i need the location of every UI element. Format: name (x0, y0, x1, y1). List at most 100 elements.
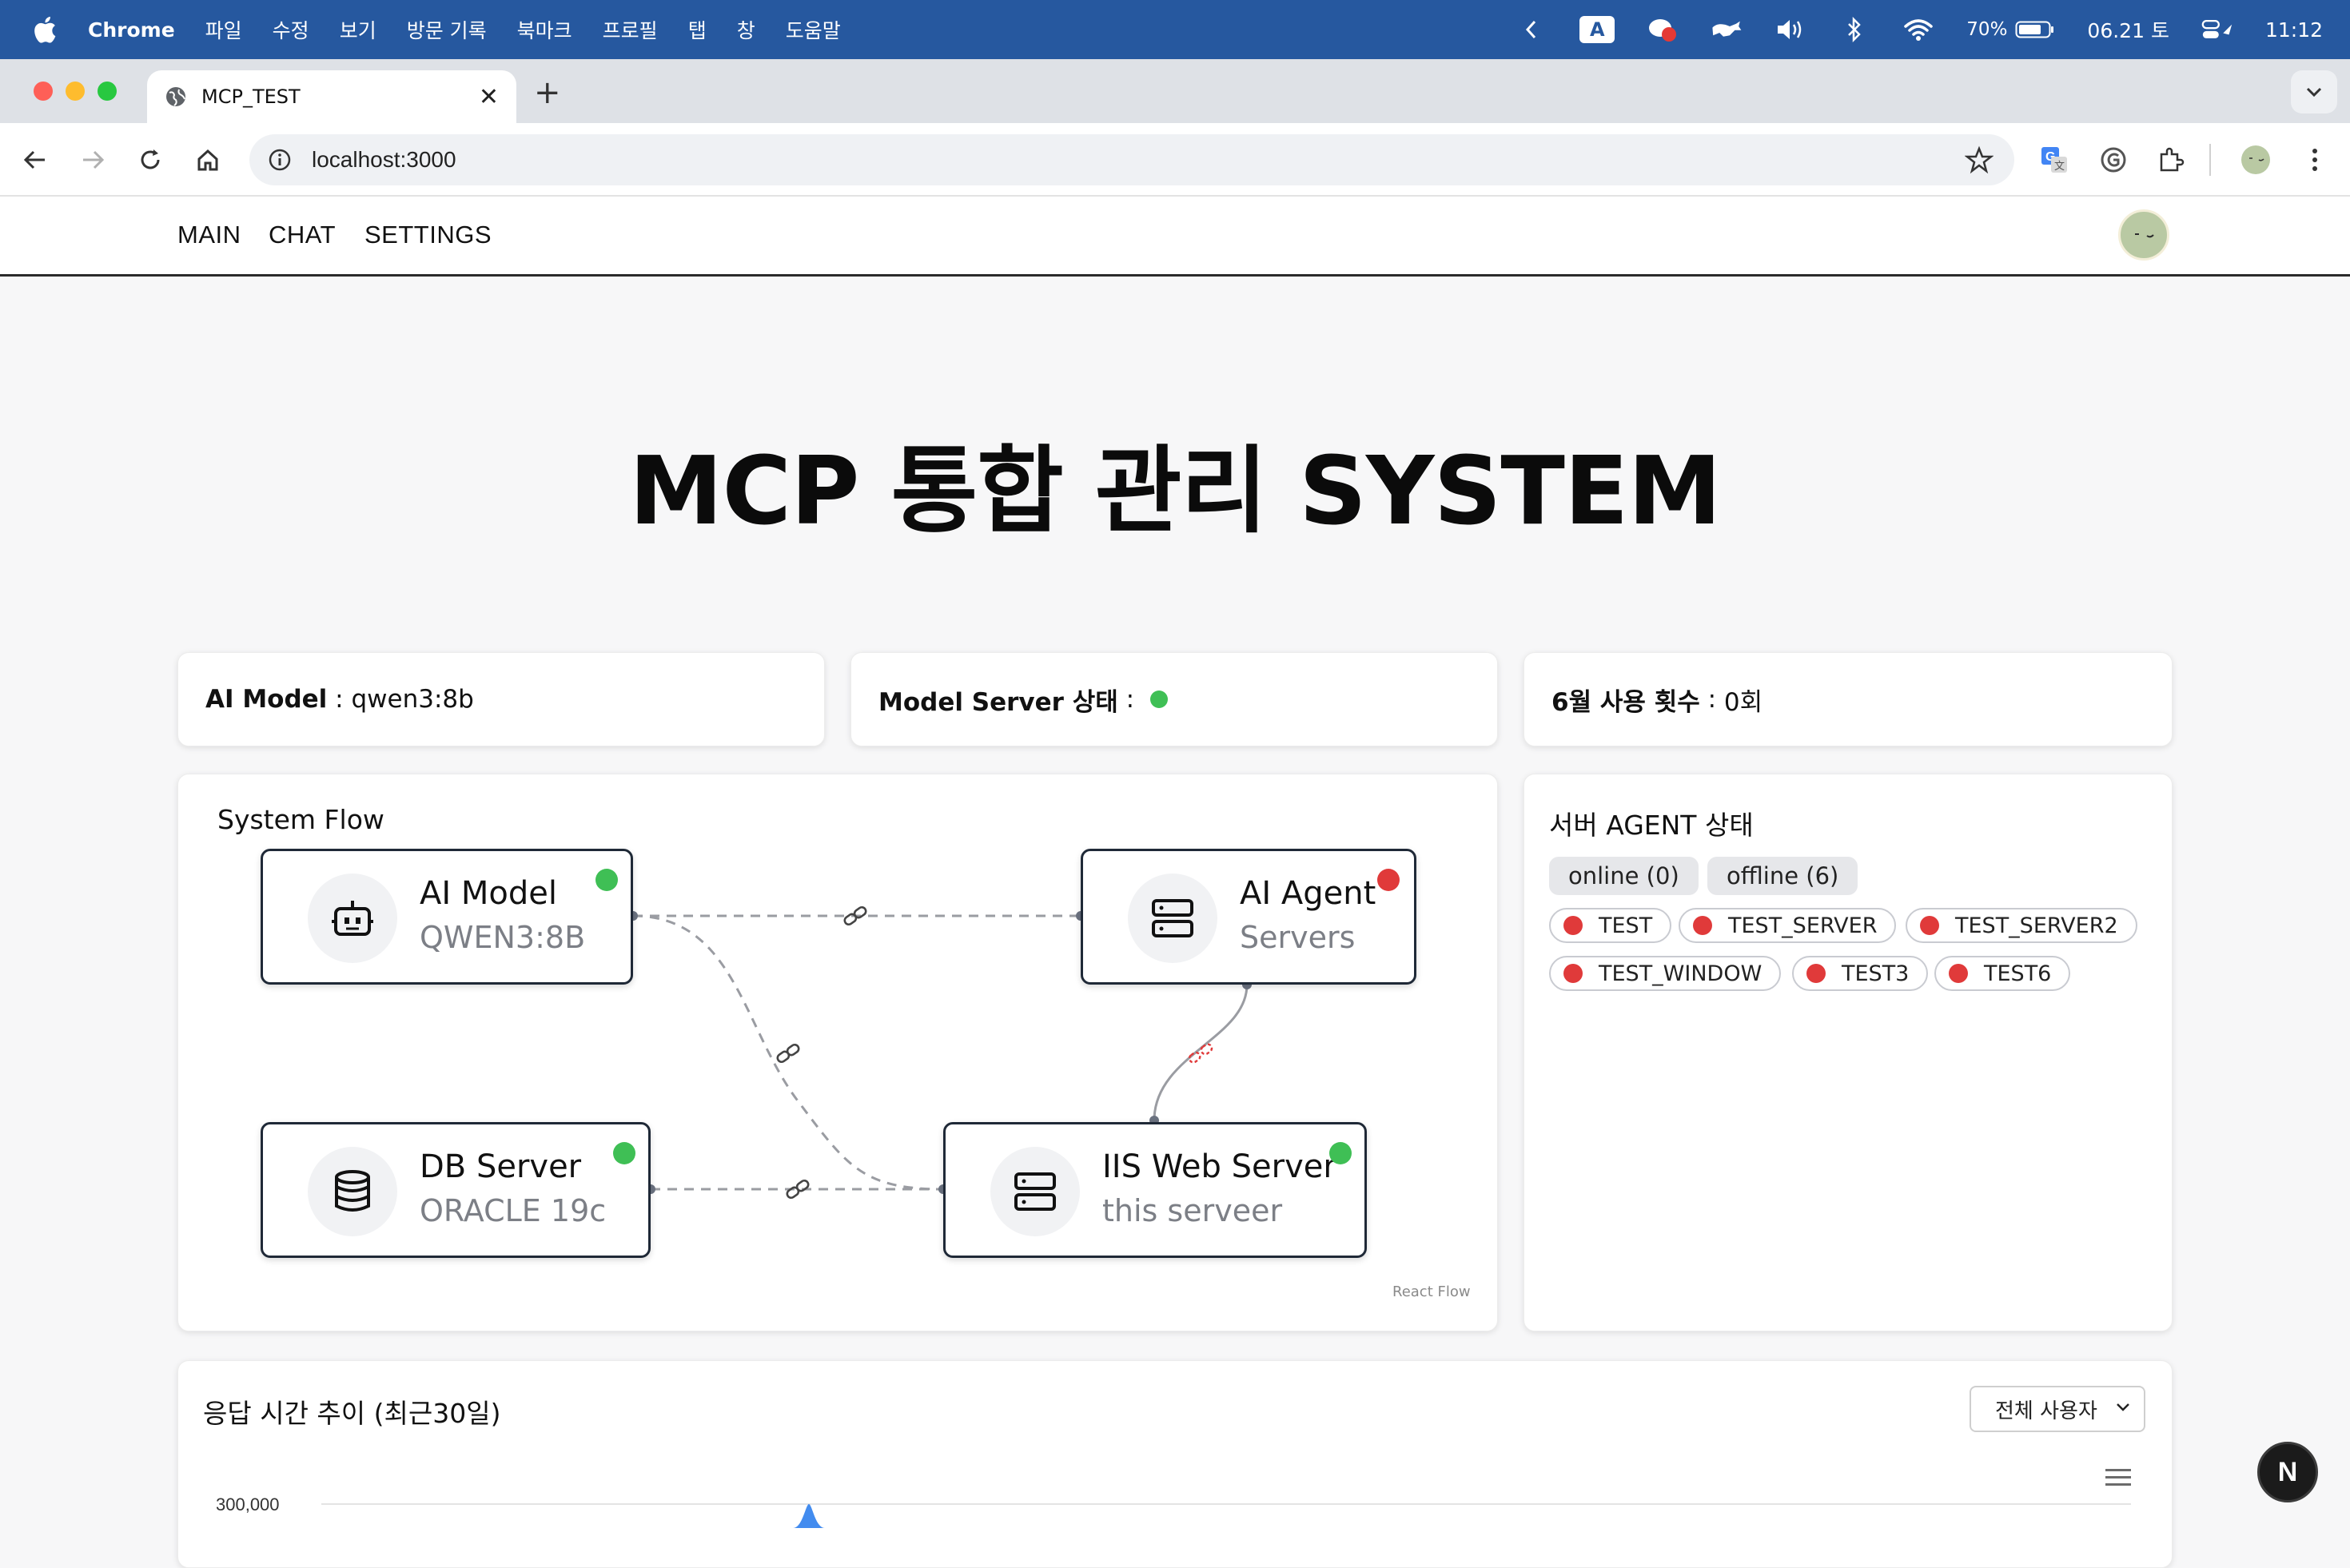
flow-node-ai-agent[interactable]: AI Agent Servers (1081, 849, 1416, 985)
bluetooth-icon[interactable] (1838, 16, 1870, 43)
agent-chip-test-server[interactable]: TEST_SERVER (1679, 908, 1897, 943)
user-avatar[interactable] (2118, 209, 2169, 261)
back-button[interactable] (19, 144, 51, 176)
node-status-dot (613, 1142, 635, 1164)
ai-model-value: qwen3:8b (351, 685, 474, 714)
user-filter-value: 전체 사용자 (1995, 1399, 2097, 1423)
flow-node-ai-model[interactable]: AI Model QWEN3:8B (261, 849, 633, 985)
menu-file[interactable]: 파일 (205, 15, 242, 44)
nav-main[interactable]: MAIN (177, 221, 241, 249)
control-center-icon[interactable] (2201, 16, 2233, 43)
nav-settings[interactable]: SETTINGS (364, 221, 492, 249)
input-source-icon[interactable]: A (1579, 16, 1615, 43)
url-text[interactable]: localhost:3000 (312, 147, 456, 173)
site-info-icon[interactable] (265, 145, 294, 174)
online-filter[interactable]: online (0) (1549, 857, 1699, 895)
menu-profiles[interactable]: 프로필 (603, 15, 658, 44)
agent-chip-test[interactable]: TEST (1549, 908, 1672, 943)
agent-status-title: 서버 AGENT 상태 (1549, 810, 1754, 841)
toolbar-divider (2209, 144, 2211, 176)
chevron-left-icon[interactable] (1516, 16, 1547, 43)
extensions-puzzle-icon[interactable] (2155, 144, 2187, 176)
usage-label: 6월 사용 횟수 (1551, 687, 1700, 717)
browser-menu-icon[interactable] (2299, 144, 2331, 176)
agent-name: TEST_SERVER (1728, 913, 1878, 938)
avatar-face-icon (2135, 233, 2154, 238)
node-icon-wrap (308, 1147, 397, 1236)
battery-icon (2015, 21, 2054, 38)
window-minimize-button[interactable] (66, 82, 85, 101)
menu-history[interactable]: 방문 기록 (407, 15, 487, 44)
home-button[interactable] (192, 144, 224, 176)
menu-help[interactable]: 도움말 (786, 15, 841, 44)
agent-offline-dot (1806, 964, 1826, 983)
agent-chip-test-window[interactable]: TEST_WINDOW (1549, 956, 1782, 991)
nav-chat[interactable]: CHAT (269, 221, 336, 249)
agent-name: TEST_SERVER2 (1955, 913, 2118, 938)
flow-node-iis-web-server[interactable]: IIS Web Server this serveer (943, 1122, 1367, 1258)
page-title: MCP 통합 관리 SYSTEM (629, 436, 1722, 546)
flow-node-db-server[interactable]: DB Server ORACLE 19c (261, 1122, 651, 1258)
home-icon (197, 149, 218, 171)
model-server-label: Model Server 상태 (878, 687, 1118, 717)
offline-filter[interactable]: offline (6) (1707, 857, 1858, 895)
model-server-card: Model Server 상태 : (850, 652, 1498, 746)
label-separator: : (327, 685, 352, 714)
battery-indicator[interactable]: 70% (1966, 19, 2055, 40)
menubar-app-name[interactable]: Chrome (88, 18, 175, 42)
menu-bookmarks[interactable]: 북마크 (517, 15, 572, 44)
reload-button[interactable] (134, 144, 166, 176)
menu-window[interactable]: 창 (737, 15, 755, 44)
server-icon (1014, 1172, 1056, 1211)
chat-notification-icon[interactable] (1647, 16, 1679, 43)
node-status-dot (1377, 869, 1400, 891)
link-icon (786, 1179, 810, 1200)
reload-icon (141, 149, 160, 169)
forward-button[interactable] (77, 144, 109, 176)
new-tab-button[interactable]: + (534, 77, 561, 109)
node-title: IIS Web Server (1102, 1148, 1336, 1185)
tab-title: MCP_TEST (201, 86, 301, 108)
window-close-button[interactable] (34, 82, 53, 101)
menu-edit[interactable]: 수정 (273, 15, 309, 44)
grammarly-extension-icon[interactable] (2097, 144, 2129, 176)
user-filter-select[interactable]: 전체 사용자 (1970, 1386, 2145, 1432)
ai-model-label: AI Model (205, 685, 328, 714)
arrow-right-icon (83, 150, 105, 169)
profile-avatar-icon[interactable] (2240, 144, 2272, 176)
agent-chip-test6[interactable]: TEST6 (1934, 956, 2071, 991)
tab-close-icon[interactable]: ✕ (479, 83, 499, 111)
agent-chip-test-server2[interactable]: TEST_SERVER2 (1906, 908, 2137, 943)
apple-icon[interactable] (30, 14, 58, 45)
volume-icon[interactable] (1774, 16, 1806, 43)
menubar-time[interactable]: 11:12 (2265, 18, 2323, 42)
agent-name: TEST6 (1984, 961, 2052, 986)
node-status-dot (1329, 1142, 1352, 1164)
menu-view[interactable]: 보기 (340, 15, 376, 44)
browser-tab-active[interactable]: MCP_TEST ✕ (147, 70, 516, 123)
node-icon-wrap (1128, 874, 1217, 963)
node-title: AI Model (420, 875, 557, 912)
cat-app-icon[interactable] (1711, 16, 1743, 43)
address-bar[interactable]: localhost:3000 (249, 134, 2014, 185)
globe-icon (166, 87, 185, 106)
agent-offline-dot (1563, 916, 1583, 935)
tab-search-button[interactable] (2291, 70, 2337, 113)
translate-extension-icon[interactable]: G文 (2038, 144, 2070, 176)
bot-icon (332, 901, 373, 936)
node-subtitle: this serveer (1102, 1193, 1283, 1228)
response-time-card (177, 1360, 2173, 1568)
menubar-date[interactable]: 06.21 토 (2087, 15, 2169, 44)
agent-offline-dot (1949, 964, 1968, 983)
chart-menu-icon[interactable] (2105, 1467, 2131, 1486)
window-zoom-button[interactable] (98, 82, 117, 101)
nextjs-dev-badge[interactable]: N (2257, 1442, 2318, 1502)
menubar-status-area: A 70% 06.21 토 11:12 (1516, 0, 2323, 59)
bookmark-star-icon[interactable] (1965, 145, 1994, 174)
agent-chip-test3[interactable]: TEST3 (1792, 956, 1929, 991)
macos-menubar: Chrome 파일 수정 보기 방문 기록 북마크 프로필 탭 창 도움말 A … (0, 0, 2350, 59)
menu-tab[interactable]: 탭 (688, 15, 707, 44)
wifi-icon[interactable] (1902, 16, 1934, 43)
battery-percent: 70% (1966, 19, 2008, 40)
react-flow-attribution[interactable]: React Flow (1392, 1283, 1471, 1300)
